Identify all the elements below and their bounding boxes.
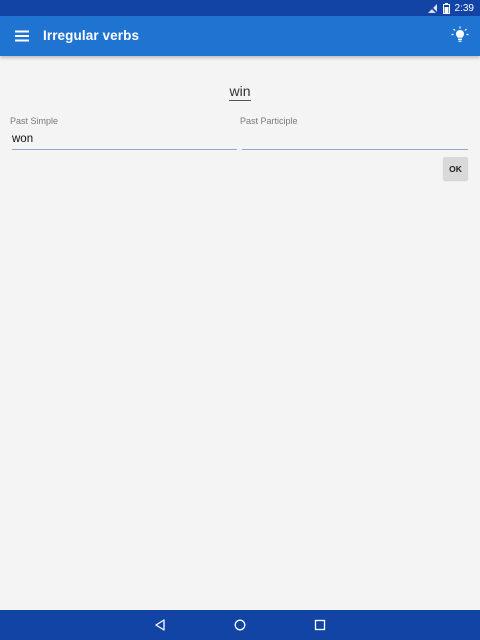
verb-text: win	[229, 83, 251, 101]
signal-off-icon	[426, 2, 438, 14]
status-bar: 2:39	[0, 0, 480, 16]
app-title: Irregular verbs	[43, 28, 140, 43]
past-participle-label: Past Participle	[240, 116, 298, 126]
status-time: 2:39	[454, 2, 474, 14]
lightbulb-icon[interactable]	[450, 25, 470, 45]
verb-word: win	[0, 83, 480, 101]
battery-icon	[442, 2, 450, 14]
recents-icon[interactable]	[312, 617, 328, 633]
past-participle-input[interactable]	[242, 130, 464, 148]
navigation-bar	[0, 610, 480, 640]
home-icon[interactable]	[232, 617, 248, 633]
past-participle-underline	[242, 149, 468, 150]
back-icon[interactable]	[152, 617, 168, 633]
ok-button[interactable]: OK	[443, 157, 468, 180]
menu-icon[interactable]	[13, 27, 31, 45]
past-simple-underline	[12, 149, 237, 150]
past-simple-field: Past Simple	[10, 116, 240, 152]
past-participle-field: Past Participle	[240, 116, 470, 152]
app-bar: Irregular verbs	[0, 16, 480, 56]
past-simple-input[interactable]	[12, 130, 234, 148]
past-simple-label: Past Simple	[10, 116, 59, 126]
